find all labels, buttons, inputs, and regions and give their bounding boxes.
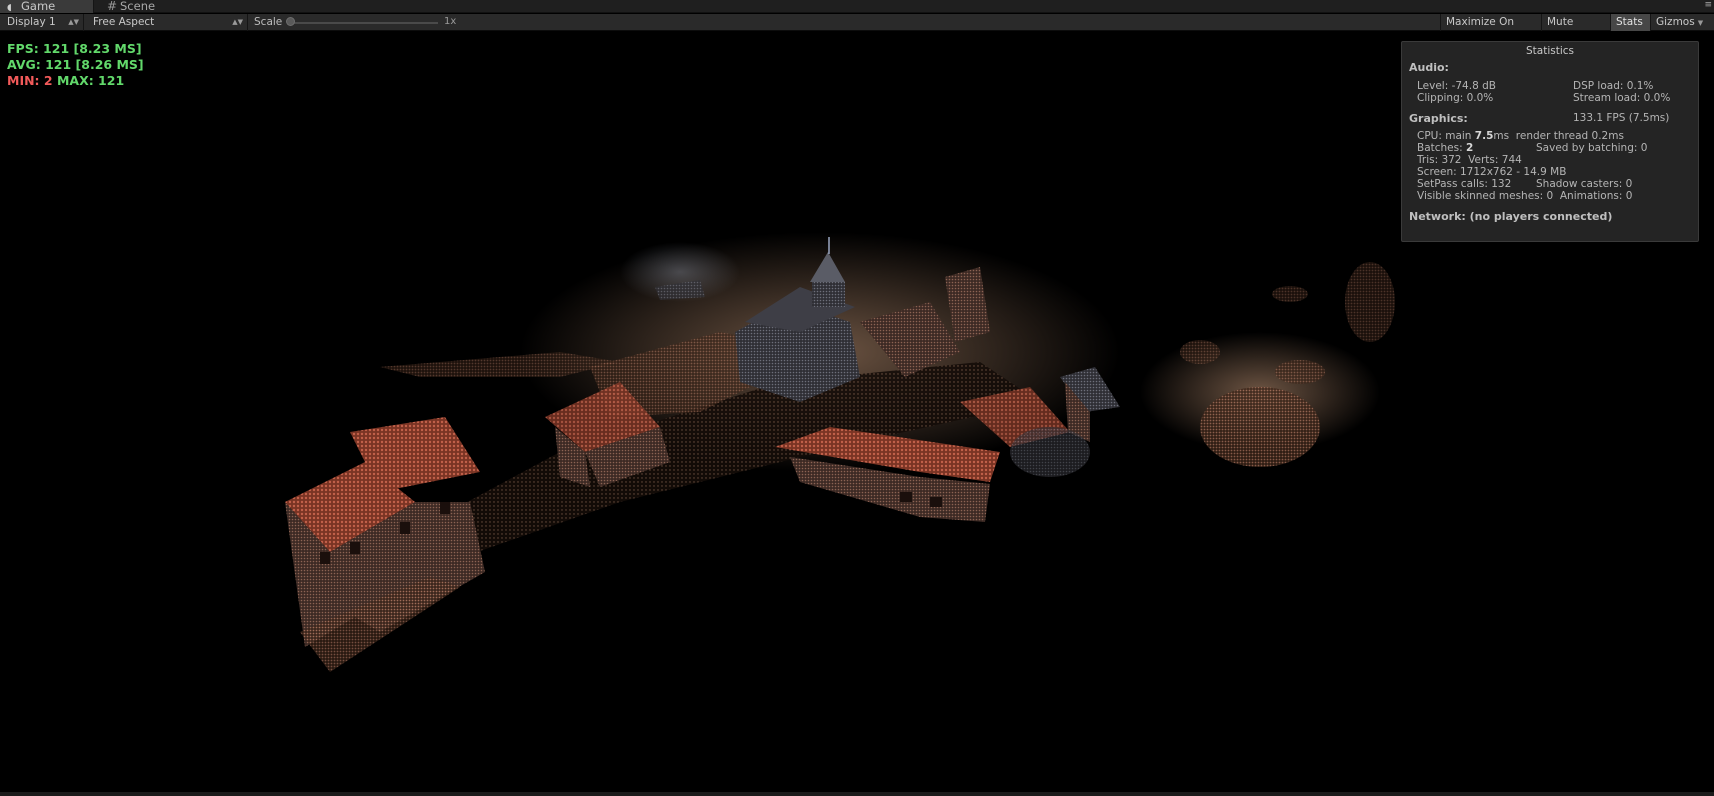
min-value: MIN: 2	[7, 73, 53, 88]
scale-label: Scale	[254, 16, 283, 28]
tab-menu-icon[interactable]: ≡	[1704, 0, 1712, 10]
batches-prefix: Batches:	[1417, 142, 1466, 154]
updown-arrow-icon: ▲▼	[232, 18, 243, 26]
max-value: MAX: 121	[52, 73, 125, 88]
scale-slider-track[interactable]	[290, 22, 438, 24]
stream-load: Stream load: 0.0%	[1573, 92, 1671, 104]
dropdown-arrow-icon: ▼	[1697, 19, 1704, 27]
bottom-edge	[0, 792, 1714, 796]
mute-audio-button[interactable]: Mute Audio	[1541, 14, 1610, 44]
audio-clipping: Clipping: 0.0%	[1417, 92, 1494, 104]
gizmos-label: Gizmos	[1656, 16, 1695, 28]
updown-arrow-icon: ▲▼	[68, 18, 79, 26]
display-dropdown[interactable]: Display 1 ▲▼	[0, 14, 84, 31]
game-toolbar: Display 1 ▲▼ Free Aspect ▲▼ Scale 1x Max…	[0, 14, 1714, 44]
grid-icon: #	[107, 0, 118, 13]
tab-scene-label: Scene	[120, 0, 156, 13]
avg-readout: AVG: 121 [8.26 MS]	[7, 57, 144, 72]
graphics-fps: 133.1 FPS (7.5ms)	[1573, 112, 1670, 124]
min-max-readout: MIN: 2 MAX: 121	[7, 73, 124, 89]
statistics-title: Statistics	[1526, 45, 1574, 57]
network-status: Network: (no players connected)	[1409, 210, 1613, 223]
audio-heading: Audio:	[1409, 61, 1449, 74]
fps-readout: FPS: 121 [8.23 MS]	[7, 41, 142, 56]
display-dropdown-label: Display 1	[7, 16, 56, 28]
tab-scene[interactable]: # Scene	[100, 0, 190, 13]
stats-button[interactable]: Stats	[1610, 14, 1650, 31]
cpu-suffix: ms render thread 0.2ms	[1493, 130, 1624, 142]
gizmos-button[interactable]: Gizmos ▼	[1650, 14, 1714, 31]
tab-game-label: Game	[21, 0, 56, 13]
aspect-dropdown-label: Free Aspect	[93, 16, 155, 28]
batches-value: 2	[1466, 142, 1474, 154]
scale-value: 1x	[444, 16, 457, 27]
scale-slider-thumb[interactable]	[286, 17, 295, 26]
maximize-on-play-button[interactable]: Maximize On Play	[1440, 14, 1541, 44]
tab-game[interactable]: ◖ Game	[0, 0, 94, 13]
graphics-heading: Graphics:	[1409, 112, 1468, 125]
cpu-main-value: 7.5	[1474, 130, 1494, 142]
aspect-dropdown[interactable]: Free Aspect ▲▼	[86, 14, 248, 31]
cpu-prefix: CPU: main	[1417, 130, 1475, 142]
statistics-panel: Statistics Audio: Level: -74.8 dB DSP lo…	[1401, 41, 1699, 242]
game-viewport[interactable]: FPS: 121 [8.23 MS] AVG: 121 [8.26 MS] MI…	[0, 32, 1714, 796]
skinned-meshes: Visible skinned meshes: 0 Animations: 0	[1417, 190, 1633, 202]
game-controller-icon: ◖	[7, 3, 12, 13]
saved-by-batching: Saved by batching: 0	[1536, 142, 1648, 154]
tab-bar: ◖ Game # Scene ≡	[0, 0, 1714, 13]
